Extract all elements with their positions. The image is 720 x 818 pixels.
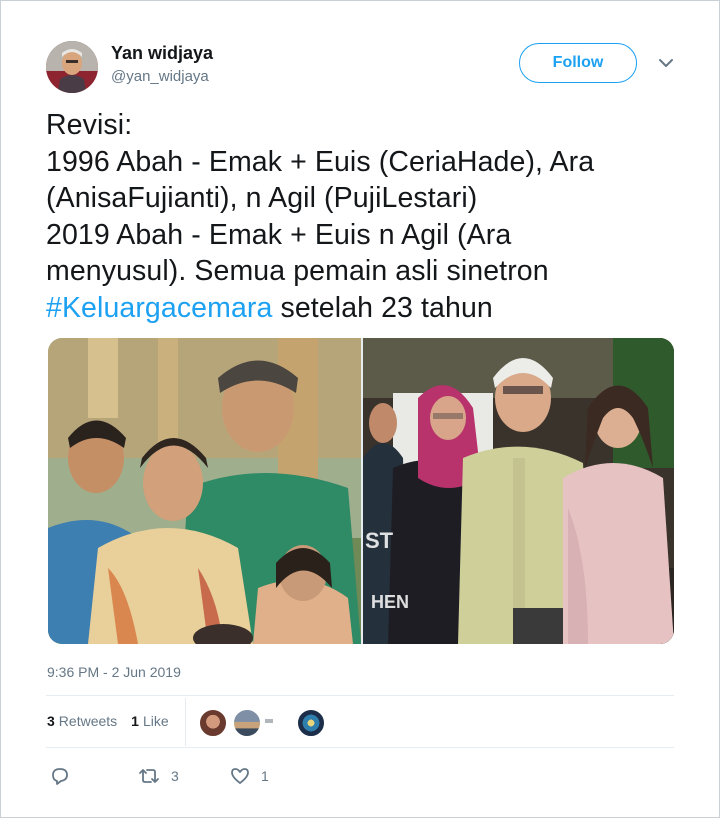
liker-avatar[interactable] [297,709,325,737]
follow-button-label: Follow [552,54,604,71]
divider [46,695,674,696]
tweet-actions: 3 1 [49,765,269,787]
tweet-text-line: (AnisaFujianti), n Agil (PujiLestari) [46,182,478,214]
like-action-count: 1 [261,768,269,784]
likes-stat[interactable]: 1 Like [131,713,168,729]
retweet-action[interactable]: 3 [137,765,229,787]
divider [46,747,674,748]
tweet-text-line: 1996 Abah - Emak + Euis (CeriaHade), Ara [46,145,595,178]
author-avatar[interactable] [46,41,98,93]
liker-avatar[interactable] [199,709,227,737]
tweet-text-line: menyusul). Semua pemain asli sinetron [46,255,549,287]
tweet-card: Yan widjaya @yan_widjaya Follow Revisi: … [0,0,720,818]
heart-icon[interactable] [229,765,251,787]
like-count: 1 [131,713,139,729]
retweets-stat[interactable]: 3 Retweets [47,713,117,729]
retweet-action-count: 3 [171,768,179,784]
reply-action[interactable] [49,765,137,787]
tweet-text-line: 2019 Abah - Emak + Euis n Agil (Ara [46,218,512,251]
like-label: Like [142,713,169,729]
retweet-count: 3 [47,713,55,729]
tweet-text-tail: setelah 23 tahun [272,291,493,324]
svg-text:HEN: HEN [371,592,409,612]
tweet-timestamp[interactable]: 9:36 PM - 2 Jun 2019 [47,664,181,680]
reply-icon[interactable] [49,765,71,787]
tweet-media[interactable]: ST HEN [48,338,674,644]
tweet-text-last-line: #Keluargacemara setelah 23 tahun [46,290,686,327]
retweet-label: Retweets [58,713,118,729]
retweet-icon[interactable] [137,765,161,787]
author-handle[interactable]: @yan_widjaya [111,68,209,85]
liker-avatar[interactable] [265,719,273,723]
like-action[interactable]: 1 [229,765,269,787]
photo-1996-family[interactable] [48,338,361,644]
engagement-stats: 3 Retweets 1 Like [47,713,169,729]
liker-avatar[interactable] [233,709,261,737]
tweet-text: Revisi: 1996 Abah - Emak + Euis (CeriaHa… [46,107,686,326]
photo-2019-family[interactable]: ST HEN [363,338,674,644]
follow-button[interactable]: Follow [519,43,637,83]
hashtag-link[interactable]: #Keluargacemara [46,292,272,324]
author-name[interactable]: Yan widjaya [111,43,213,64]
caret-down-icon[interactable] [656,53,676,73]
stats-divider [185,698,186,746]
svg-text:ST: ST [365,528,394,553]
tweet-text-line: Revisi: [46,109,133,141]
